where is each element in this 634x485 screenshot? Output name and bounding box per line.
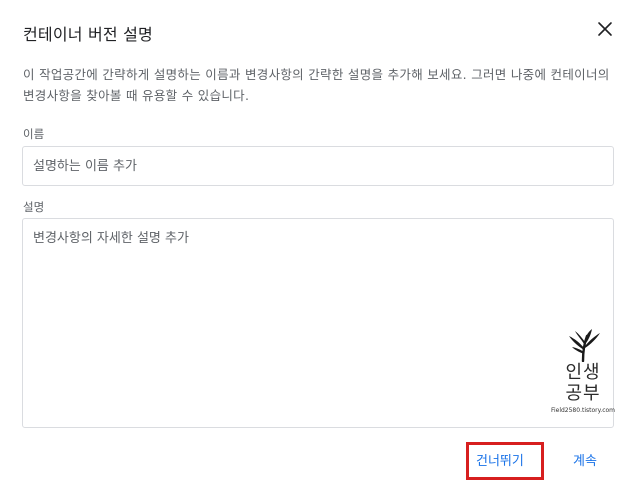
name-input[interactable]: [22, 146, 614, 186]
close-button[interactable]: [592, 16, 618, 42]
watermark-line-2: 공부: [565, 383, 601, 404]
name-label: 이름: [23, 127, 45, 141]
dialog-title: 컨테이너 버전 설명: [23, 25, 153, 44]
continue-button[interactable]: 계속: [573, 448, 597, 476]
description-label: 설명: [23, 200, 45, 214]
description-textarea[interactable]: [22, 218, 614, 428]
close-icon: [598, 22, 612, 36]
watermark-logo: 인생 공부 Field2580.tistory.com: [546, 328, 620, 430]
plant-icon: [569, 329, 600, 362]
skip-button[interactable]: 건너뛰기: [476, 448, 524, 476]
dialog-description: 이 작업공간에 간략하게 설명하는 이름과 변경사항의 간략한 설명을 추가해 …: [23, 67, 610, 103]
watermark-line-1: 인생: [565, 362, 601, 383]
watermark-url: Field2580.tistory.com: [550, 407, 616, 414]
